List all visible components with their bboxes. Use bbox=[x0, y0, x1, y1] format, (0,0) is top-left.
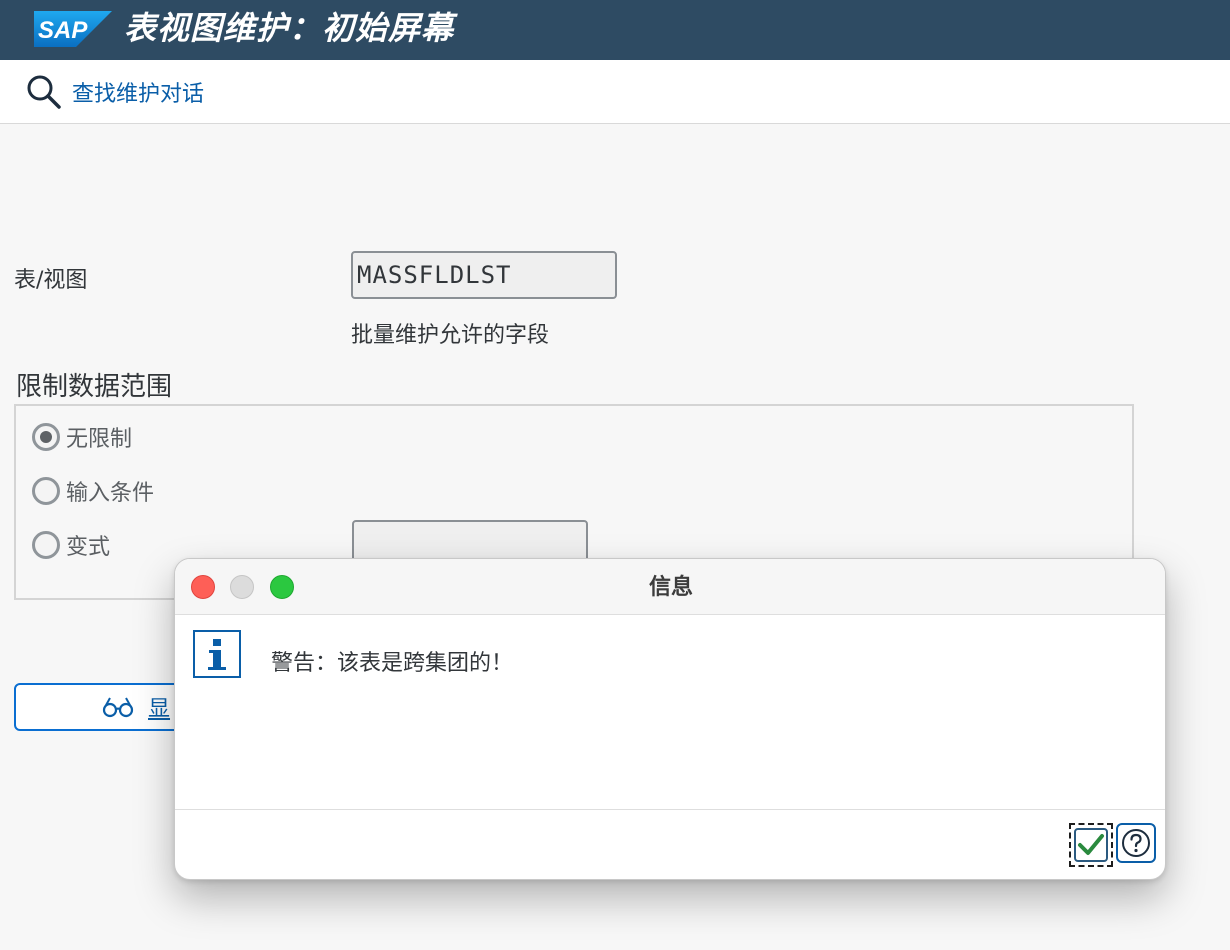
table-view-input[interactable] bbox=[351, 251, 617, 299]
restrict-data-range-title: 限制数据范围 bbox=[16, 372, 173, 402]
page-title: 表视图维护：初始屏幕 bbox=[124, 9, 455, 47]
help-icon bbox=[1122, 829, 1150, 857]
confirm-button-body bbox=[1074, 828, 1108, 862]
dialog-message: 警告：该表是跨集团的！ bbox=[271, 651, 514, 676]
dialog-title: 信息 bbox=[648, 575, 693, 600]
search-icon bbox=[27, 75, 61, 109]
dialog-header: 信息 bbox=[175, 559, 1165, 615]
table-view-label: 表/视图 bbox=[14, 268, 88, 293]
find-maintenance-dialog-label: 查找维护对话 bbox=[72, 82, 205, 107]
radio-variant[interactable]: 变式 bbox=[32, 530, 110, 560]
app-toolbar: 查找维护对话 bbox=[0, 60, 1230, 124]
find-maintenance-dialog-button[interactable]: 查找维护对话 bbox=[26, 74, 204, 110]
app-titlebar: SAP 表视图维护：初始屏幕 bbox=[0, 0, 1230, 60]
display-button-label: 显 bbox=[148, 697, 171, 722]
radio-enter-conditions[interactable]: 输入条件 bbox=[32, 476, 154, 506]
confirm-button[interactable] bbox=[1069, 823, 1113, 867]
radio-enter-conditions-label: 输入条件 bbox=[66, 481, 155, 506]
dialog-footer-divider bbox=[175, 809, 1165, 810]
help-button[interactable] bbox=[1116, 823, 1156, 863]
glasses-icon bbox=[102, 697, 134, 718]
sap-logo: SAP bbox=[34, 11, 112, 47]
radio-button[interactable] bbox=[32, 531, 60, 559]
radio-button[interactable] bbox=[32, 477, 60, 505]
info-icon bbox=[193, 630, 241, 678]
radio-no-restriction[interactable]: 无限制 bbox=[32, 422, 132, 452]
radio-variant-label: 变式 bbox=[66, 535, 111, 560]
table-view-description: 批量维护允许的字段 bbox=[351, 323, 550, 348]
information-dialog: 信息 警告：该表是跨集团的！ bbox=[174, 558, 1166, 880]
radio-button-checked[interactable] bbox=[32, 423, 60, 451]
checkmark-icon bbox=[1078, 834, 1104, 855]
radio-no-restriction-label: 无限制 bbox=[66, 427, 133, 452]
sap-logo-text: SAP bbox=[38, 17, 88, 44]
